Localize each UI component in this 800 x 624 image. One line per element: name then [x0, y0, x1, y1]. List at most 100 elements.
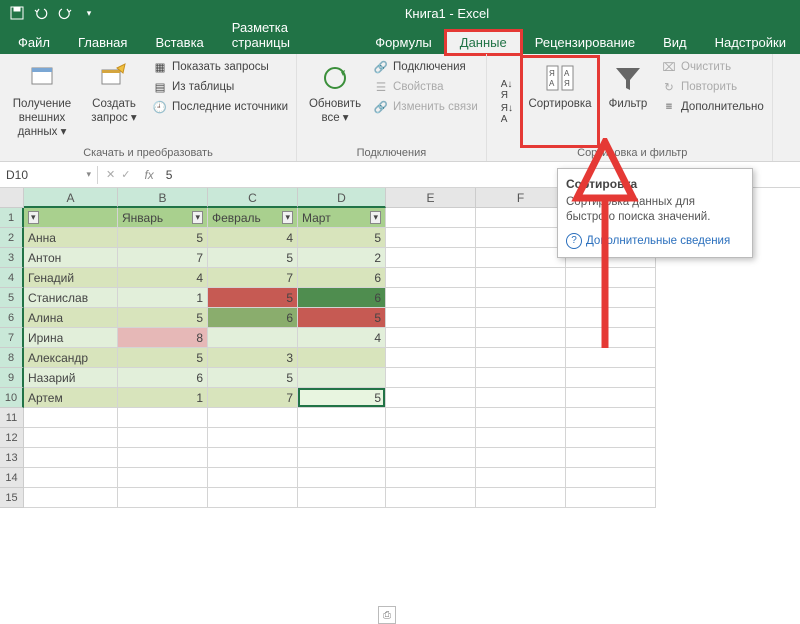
- empty-cell[interactable]: [24, 468, 118, 488]
- empty-cell[interactable]: [24, 448, 118, 468]
- empty-cell[interactable]: [476, 348, 566, 368]
- cell-A7[interactable]: Ирина: [24, 328, 118, 348]
- empty-cell[interactable]: [476, 448, 566, 468]
- cell-B9[interactable]: 6: [118, 368, 208, 388]
- empty-cell[interactable]: [118, 428, 208, 448]
- row-head-11[interactable]: 11: [0, 408, 24, 428]
- empty-cell[interactable]: [476, 228, 566, 248]
- empty-cell[interactable]: [208, 488, 298, 508]
- cell-C2[interactable]: 4: [208, 228, 298, 248]
- cell-D8[interactable]: [298, 348, 386, 368]
- create-query-button[interactable]: Создать запрос ▾: [82, 58, 146, 145]
- tab-formulas[interactable]: Формулы: [361, 31, 446, 54]
- cell-C7[interactable]: [208, 328, 298, 348]
- tab-view[interactable]: Вид: [649, 31, 701, 54]
- empty-cell[interactable]: [208, 448, 298, 468]
- empty-cell[interactable]: [386, 328, 476, 348]
- empty-cell[interactable]: [208, 408, 298, 428]
- col-head-F[interactable]: F: [476, 188, 566, 208]
- cell-A9[interactable]: Назарий: [24, 368, 118, 388]
- empty-cell[interactable]: [476, 288, 566, 308]
- filter-button[interactable]: Фильтр: [601, 58, 655, 145]
- empty-cell[interactable]: [476, 328, 566, 348]
- cell-A2[interactable]: Анна: [24, 228, 118, 248]
- empty-cell[interactable]: [298, 468, 386, 488]
- row-head-3[interactable]: 3: [0, 248, 24, 268]
- empty-cell[interactable]: [24, 428, 118, 448]
- row-head-15[interactable]: 15: [0, 488, 24, 508]
- empty-cell[interactable]: [566, 488, 656, 508]
- empty-cell[interactable]: [298, 488, 386, 508]
- empty-cell[interactable]: [118, 408, 208, 428]
- empty-cell[interactable]: [386, 288, 476, 308]
- cell-A6[interactable]: Алина: [24, 308, 118, 328]
- empty-cell[interactable]: [298, 428, 386, 448]
- empty-cell[interactable]: [476, 428, 566, 448]
- empty-cell[interactable]: [386, 248, 476, 268]
- cell-B2[interactable]: 5: [118, 228, 208, 248]
- row-head-7[interactable]: 7: [0, 328, 24, 348]
- refresh-all-button[interactable]: Обновить все ▾: [303, 58, 367, 145]
- tooltip-help-link[interactable]: Дополнительные сведения: [566, 233, 744, 249]
- sort-asc-button[interactable]: A↓Я: [499, 78, 515, 102]
- cell-D3[interactable]: 2: [298, 248, 386, 268]
- sort-desc-button[interactable]: Я↓A: [499, 102, 515, 126]
- table-header-3[interactable]: Март: [298, 208, 386, 228]
- cell-A8[interactable]: Александр: [24, 348, 118, 368]
- empty-cell[interactable]: [208, 428, 298, 448]
- empty-cell[interactable]: [118, 448, 208, 468]
- cell-A3[interactable]: Антон: [24, 248, 118, 268]
- show-queries-button[interactable]: ▦Показать запросы: [150, 58, 290, 76]
- cell-C9[interactable]: 5: [208, 368, 298, 388]
- empty-cell[interactable]: [566, 348, 656, 368]
- empty-cell[interactable]: [476, 488, 566, 508]
- tab-file[interactable]: Файл: [4, 31, 64, 54]
- connections-button[interactable]: 🔗Подключения: [371, 58, 480, 76]
- row-head-10[interactable]: 10: [0, 388, 24, 408]
- empty-cell[interactable]: [208, 468, 298, 488]
- select-all-corner[interactable]: [0, 188, 24, 208]
- tab-insert[interactable]: Вставка: [141, 31, 217, 54]
- empty-cell[interactable]: [566, 368, 656, 388]
- advanced-filter-button[interactable]: ≡Дополнительно: [659, 98, 766, 116]
- tab-review[interactable]: Рецензирование: [521, 31, 649, 54]
- cell-B7[interactable]: 8: [118, 328, 208, 348]
- row-head-12[interactable]: 12: [0, 428, 24, 448]
- cell-D7[interactable]: 4: [298, 328, 386, 348]
- empty-cell[interactable]: [24, 408, 118, 428]
- cell-B4[interactable]: 4: [118, 268, 208, 288]
- tab-addins[interactable]: Надстройки: [701, 31, 800, 54]
- tab-page-layout[interactable]: Разметка страницы: [218, 16, 361, 54]
- row-head-8[interactable]: 8: [0, 348, 24, 368]
- qat-more-icon[interactable]: ▾: [78, 2, 100, 24]
- cell-C5[interactable]: 5: [208, 288, 298, 308]
- cell-A5[interactable]: Станислав: [24, 288, 118, 308]
- cell-D6[interactable]: 5: [298, 308, 386, 328]
- redo-icon[interactable]: [54, 2, 76, 24]
- empty-cell[interactable]: [566, 388, 656, 408]
- cell-B8[interactable]: 5: [118, 348, 208, 368]
- empty-cell[interactable]: [118, 488, 208, 508]
- col-head-E[interactable]: E: [386, 188, 476, 208]
- empty-cell[interactable]: [566, 468, 656, 488]
- empty-cell[interactable]: [566, 428, 656, 448]
- empty-cell[interactable]: [386, 388, 476, 408]
- fx-icon[interactable]: fx: [138, 168, 159, 182]
- empty-cell[interactable]: [566, 448, 656, 468]
- row-head-5[interactable]: 5: [0, 288, 24, 308]
- row-head-13[interactable]: 13: [0, 448, 24, 468]
- col-head-C[interactable]: C: [208, 188, 298, 208]
- empty-cell[interactable]: [386, 228, 476, 248]
- get-external-data-button[interactable]: Получение внешних данных ▾: [6, 58, 78, 145]
- empty-cell[interactable]: [118, 468, 208, 488]
- cell-B10[interactable]: 1: [118, 388, 208, 408]
- tab-home[interactable]: Главная: [64, 31, 141, 54]
- empty-cell[interactable]: [386, 348, 476, 368]
- row-head-1[interactable]: 1: [0, 208, 24, 228]
- name-box[interactable]: D10▾: [0, 166, 98, 184]
- empty-cell[interactable]: [566, 308, 656, 328]
- cell-D10[interactable]: 5: [298, 388, 386, 408]
- cell-C4[interactable]: 7: [208, 268, 298, 288]
- col-head-D[interactable]: D: [298, 188, 386, 208]
- empty-cell[interactable]: [476, 268, 566, 288]
